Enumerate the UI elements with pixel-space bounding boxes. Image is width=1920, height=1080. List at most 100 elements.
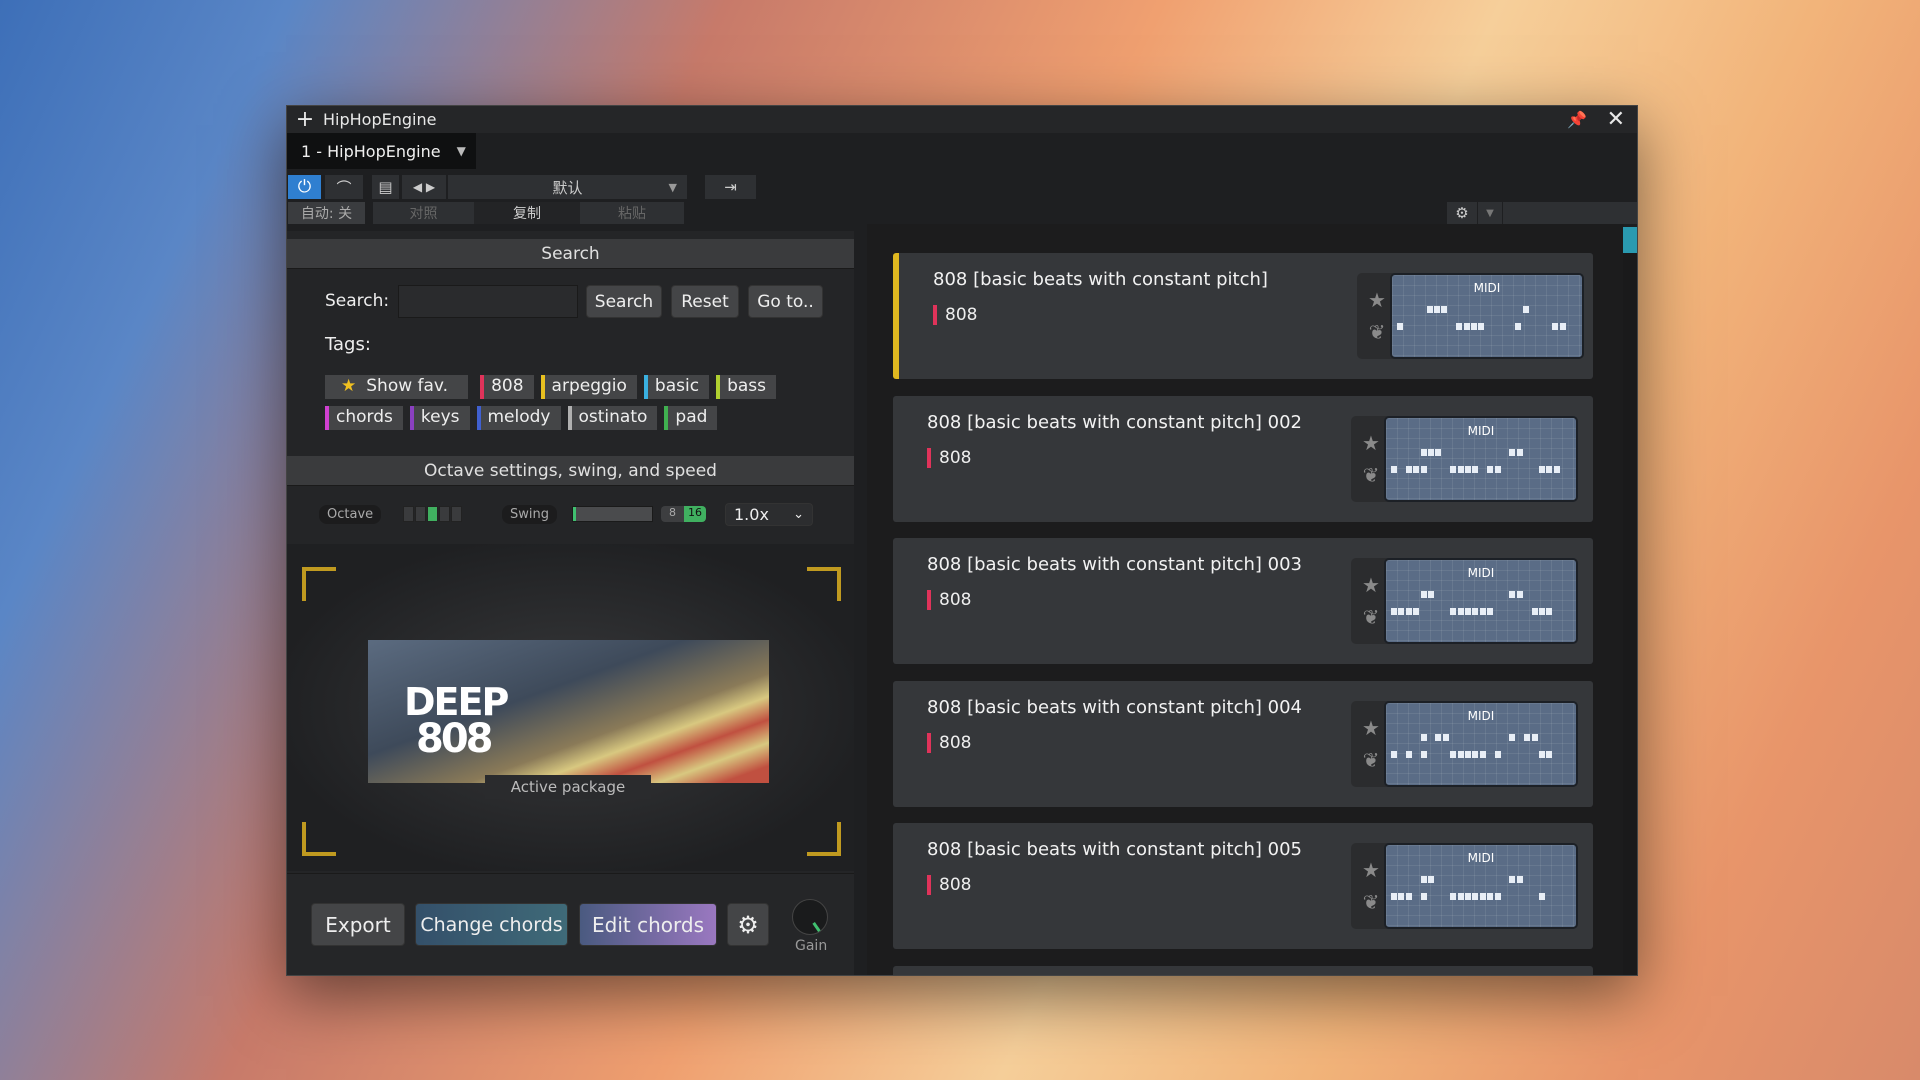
midi-note [1413, 465, 1420, 473]
export-button[interactable]: Export [311, 903, 405, 946]
tag-808[interactable]: 808 [480, 374, 534, 399]
options-field [1503, 202, 1637, 224]
midi-preview[interactable]: MIDI [1390, 273, 1584, 359]
midi-preview[interactable]: MIDI [1384, 700, 1578, 787]
midi-note [1450, 750, 1457, 758]
midi-note [1531, 733, 1538, 741]
package-image[interactable]: DEEP 808 [368, 640, 769, 783]
octave-step[interactable] [403, 506, 414, 522]
instance-selector[interactable]: 1 - HipHopEngine ▼ [287, 133, 476, 169]
sprout-icon[interactable]: ❦ [1363, 890, 1380, 914]
midi-note [1472, 608, 1479, 616]
change-chords-button[interactable]: Change chords [415, 903, 568, 946]
pattern-tag: 808 [927, 875, 971, 896]
grid-8-button[interactable]: 8 [661, 506, 684, 522]
tag-melody[interactable]: melody [476, 405, 561, 430]
midi-preview[interactable]: MIDI [1384, 843, 1578, 930]
speed-dropdown[interactable]: 1.0x ⌄ [725, 503, 813, 526]
gain-label: Gain [795, 938, 828, 954]
midi-note [1487, 465, 1494, 473]
midi-note [1479, 893, 1486, 901]
pattern-tag: 808 [927, 732, 971, 753]
midi-note [1472, 465, 1479, 473]
midi-preview[interactable]: MIDI [1384, 558, 1578, 645]
midi-note [1420, 733, 1427, 741]
octave-step[interactable] [451, 506, 462, 522]
package-area: DEEP 808 Active package [287, 544, 854, 871]
gear-icon[interactable]: ⚙ [1447, 202, 1477, 224]
star-icon[interactable]: ★ [1362, 716, 1380, 740]
star-icon[interactable]: ★ [1362, 431, 1380, 455]
reset-button[interactable]: Reset [671, 285, 739, 318]
pattern-card[interactable]: 808 [basic beats with constant pitch] 00… [893, 680, 1593, 807]
tag-keys[interactable]: keys [409, 405, 470, 430]
tag-ostinato[interactable]: ostinato [567, 405, 658, 430]
star-icon[interactable]: ★ [1368, 288, 1386, 312]
preset-dropdown[interactable]: 默认 ▼ [448, 175, 687, 199]
prev-next-preset[interactable]: ◀ ▶ [402, 175, 446, 199]
power-button[interactable]: ⏻ [288, 175, 321, 199]
tag-arpeggio[interactable]: arpeggio [540, 374, 637, 399]
scrollbar-thumb[interactable] [1623, 227, 1637, 253]
arrow-to-bar-icon[interactable]: ⇥ [705, 175, 756, 199]
gear-icon[interactable]: ⚙ [727, 903, 769, 946]
corner-bracket [302, 822, 336, 856]
chevron-down-icon: ▼ [456, 144, 466, 158]
swing-fill [573, 507, 576, 521]
sprout-icon[interactable]: ❦ [1369, 320, 1386, 344]
midi-note [1420, 591, 1427, 599]
monitor-icon[interactable]: ⌒ [325, 175, 363, 199]
swing-slider[interactable] [572, 506, 653, 522]
midi-note [1516, 876, 1523, 884]
midi-note [1539, 893, 1545, 901]
sprout-icon[interactable]: ❦ [1363, 605, 1380, 629]
midi-note [1472, 750, 1479, 758]
midi-note [1391, 465, 1397, 473]
grid-16-button[interactable]: 16 [684, 506, 706, 522]
pattern-card[interactable]: 808 [basic beats with constant pitch] 00… [893, 538, 1593, 665]
pattern-title: 808 [basic beats with constant pitch] 00… [927, 839, 1303, 861]
show-favorites-button[interactable]: ★ Show fav. [325, 374, 468, 399]
document-icon[interactable]: ▤ [372, 175, 399, 199]
star-icon[interactable]: ★ [1362, 573, 1380, 597]
add-icon[interactable]: + [287, 107, 323, 132]
edit-chords-button[interactable]: Edit chords [579, 903, 717, 946]
octave-step[interactable] [427, 506, 438, 522]
scrollbar[interactable] [1623, 227, 1637, 975]
midi-note [1494, 750, 1501, 758]
compare-button[interactable]: 对照 [373, 202, 474, 224]
midi-note [1420, 750, 1427, 758]
pattern-card[interactable]: 808 [basic beats with constant pitch] 00… [893, 395, 1593, 522]
midi-preview[interactable]: MIDI [1384, 415, 1578, 502]
search-button[interactable]: Search [586, 285, 662, 318]
star-icon[interactable]: ★ [1362, 858, 1380, 882]
tag-pad[interactable]: pad [664, 405, 718, 430]
chevron-down-icon[interactable]: ▼ [1478, 202, 1502, 224]
corner-bracket [807, 822, 841, 856]
pattern-card[interactable] [893, 966, 1593, 975]
auto-toggle[interactable]: 自动: 关 [288, 202, 365, 224]
pattern-card[interactable]: 808 [basic beats with constant pitch] 80… [893, 253, 1593, 379]
midi-note [1405, 893, 1412, 901]
goto-button[interactable]: Go to.. [748, 285, 823, 318]
midi-note [1435, 448, 1442, 456]
gain-indicator [812, 922, 821, 932]
corner-bracket [807, 567, 841, 601]
copy-button[interactable]: 复制 [474, 202, 580, 224]
midi-note [1509, 733, 1516, 741]
tag-chords[interactable]: chords [325, 405, 403, 430]
sprout-icon[interactable]: ❦ [1363, 463, 1380, 487]
pattern-card[interactable]: 808 [basic beats with constant pitch] 00… [893, 823, 1593, 950]
close-icon[interactable]: ✕ [1607, 107, 1625, 132]
paste-button[interactable]: 粘贴 [580, 202, 684, 224]
octave-selector[interactable] [403, 506, 462, 522]
tag-bass[interactable]: bass [716, 374, 776, 399]
search-input[interactable] [398, 285, 578, 318]
midi-note [1450, 608, 1457, 616]
pin-icon[interactable]: 📌 [1567, 110, 1587, 129]
sprout-icon[interactable]: ❦ [1363, 748, 1380, 772]
octave-step[interactable] [439, 506, 450, 522]
gain-knob[interactable] [792, 899, 828, 935]
tag-basic[interactable]: basic [643, 374, 710, 399]
octave-step[interactable] [415, 506, 426, 522]
